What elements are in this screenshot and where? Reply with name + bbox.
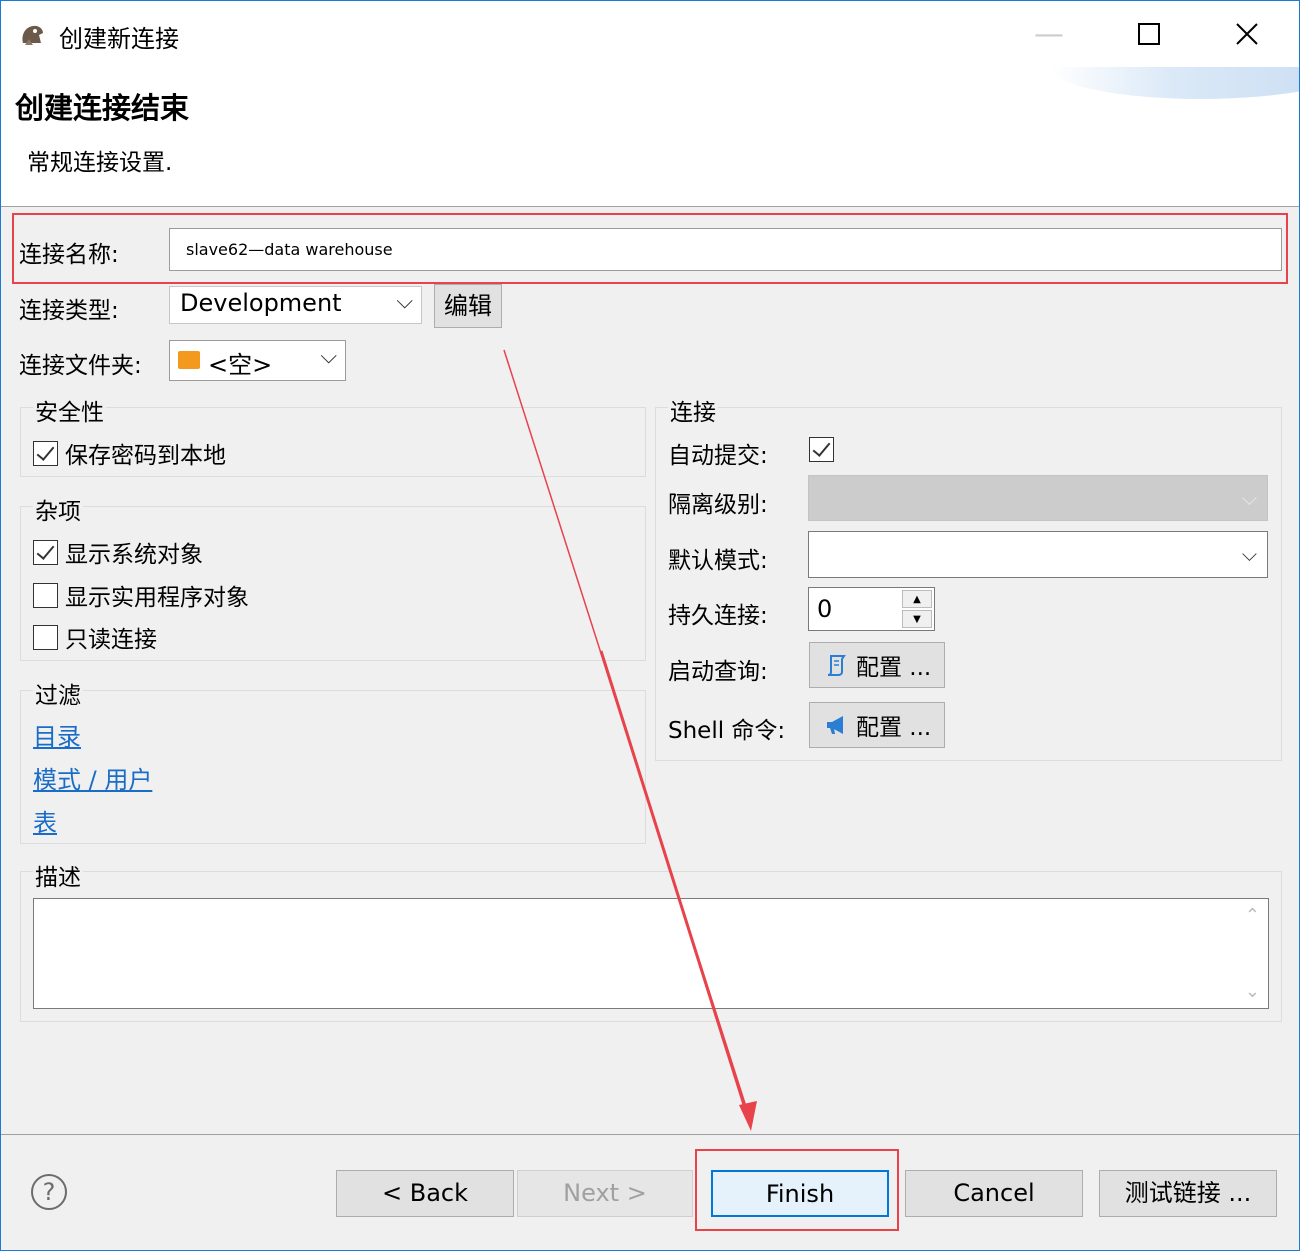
next-button[interactable]: Next > (517, 1170, 693, 1217)
spinner-down-icon[interactable]: ▼ (902, 610, 932, 628)
bootstrap-config-label: 配置 ... (856, 655, 932, 681)
chevron-down-icon: ⌵ (320, 344, 337, 369)
shell-commands-label: Shell 命令: (668, 718, 786, 744)
checkbox-unchecked-icon (33, 582, 58, 608)
connection-folder-value: <空> (208, 351, 273, 379)
close-icon (1236, 23, 1258, 45)
isolation-level-label: 隔离级别: (668, 492, 768, 518)
filter-tables-link[interactable]: 表 (33, 803, 57, 838)
read-only-checkbox[interactable]: 只读连接 (33, 620, 157, 654)
folder-icon (178, 351, 200, 369)
show-system-objects-label: 显示系统对象 (65, 542, 203, 568)
minimize-button[interactable]: — (1009, 11, 1089, 57)
maximize-icon (1138, 23, 1160, 45)
window-title: 创建新连接 (59, 25, 179, 53)
keep-alive-spinner[interactable]: 0 ▲ ▼ (808, 587, 935, 631)
show-utility-objects-label: 显示实用程序对象 (65, 585, 249, 611)
cancel-button[interactable]: Cancel (905, 1170, 1083, 1217)
save-password-label: 保存密码到本地 (65, 443, 226, 469)
default-schema-select[interactable]: ⌵ (808, 531, 1268, 578)
scroll-down-icon[interactable]: ⌄ (1245, 981, 1260, 1002)
description-textarea[interactable]: ⌃ ⌄ (33, 898, 1269, 1009)
dbeaver-app-icon (22, 25, 43, 45)
back-button[interactable]: < Back (336, 1170, 514, 1217)
misc-group-title: 杂项 (33, 492, 83, 526)
maximize-button[interactable] (1109, 11, 1189, 57)
filter-schemas-link[interactable]: 模式 / 用户 (33, 760, 152, 795)
close-button[interactable] (1207, 11, 1287, 57)
checkbox-checked-icon (33, 440, 58, 466)
shell-config-button[interactable]: 配置 ... (809, 702, 945, 748)
show-system-objects-checkbox[interactable]: 显示系统对象 (33, 535, 203, 569)
chevron-down-icon: ⌵ (1241, 542, 1257, 566)
filter-catalogs-link[interactable]: 目录 (33, 717, 81, 752)
connection-folder-select[interactable]: <空> ⌵ (169, 340, 346, 381)
chevron-down-icon: ⌵ (396, 289, 413, 314)
connection-type-select[interactable]: Development ⌵ (169, 286, 422, 324)
description-group-title: 描述 (33, 858, 83, 892)
header-banner-graphic (1051, 67, 1299, 99)
connection-folder-label: 连接文件夹: (19, 353, 142, 379)
connection-type-label: 连接类型: (19, 298, 119, 324)
spinner-up-icon[interactable]: ▲ (902, 590, 932, 608)
edit-type-button[interactable]: 编辑 (434, 284, 502, 328)
auto-commit-checkbox[interactable] (809, 437, 834, 462)
save-password-checkbox[interactable]: 保存密码到本地 (33, 436, 226, 470)
isolation-level-select[interactable]: ⌵ (808, 475, 1268, 521)
page-description: 常规连接设置. (27, 150, 173, 176)
read-only-label: 只读连接 (65, 627, 157, 653)
keep-alive-value: 0 (817, 595, 833, 623)
connection-name-label: 连接名称: (19, 242, 119, 268)
show-utility-objects-checkbox[interactable]: 显示实用程序对象 (33, 578, 249, 612)
checkbox-checked-icon (33, 539, 58, 565)
checkbox-unchecked-icon (33, 624, 58, 650)
megaphone-icon (827, 716, 843, 734)
arrow-head (739, 1101, 757, 1131)
connection-name-input[interactable] (169, 228, 1282, 271)
shell-config-label: 配置 ... (856, 715, 932, 741)
connection-group-title: 连接 (668, 393, 718, 427)
security-group-title: 安全性 (33, 393, 106, 427)
default-schema-label: 默认模式: (668, 548, 768, 574)
keep-alive-label: 持久连接: (668, 603, 768, 629)
footer-separator (1, 1134, 1299, 1135)
wizard-header: 创建连接结束 常规连接设置. (1, 67, 1299, 207)
auto-commit-label: 自动提交: (668, 443, 768, 469)
spinner-buttons: ▲ ▼ (902, 590, 932, 628)
test-connection-button[interactable]: 测试链接 ... (1099, 1170, 1277, 1217)
create-connection-dialog: 创建新连接 — 创建连接结束 常规连接设置. 连接名称: 连接类型: Devel… (0, 0, 1300, 1251)
bootstrap-config-button[interactable]: 配置 ... (809, 642, 945, 688)
page-title: 创建连接结束 (15, 91, 190, 125)
filter-group-title: 过滤 (33, 676, 83, 710)
chevron-down-icon: ⌵ (1241, 486, 1257, 510)
bootstrap-queries-label: 启动查询: (668, 659, 768, 685)
title-bar: 创建新连接 — (1, 1, 1299, 67)
scroll-up-icon[interactable]: ⌃ (1245, 905, 1260, 926)
connection-type-value: Development (180, 289, 342, 317)
script-icon (827, 655, 846, 676)
help-icon[interactable]: ? (31, 1174, 67, 1210)
finish-button[interactable]: Finish (711, 1170, 889, 1217)
